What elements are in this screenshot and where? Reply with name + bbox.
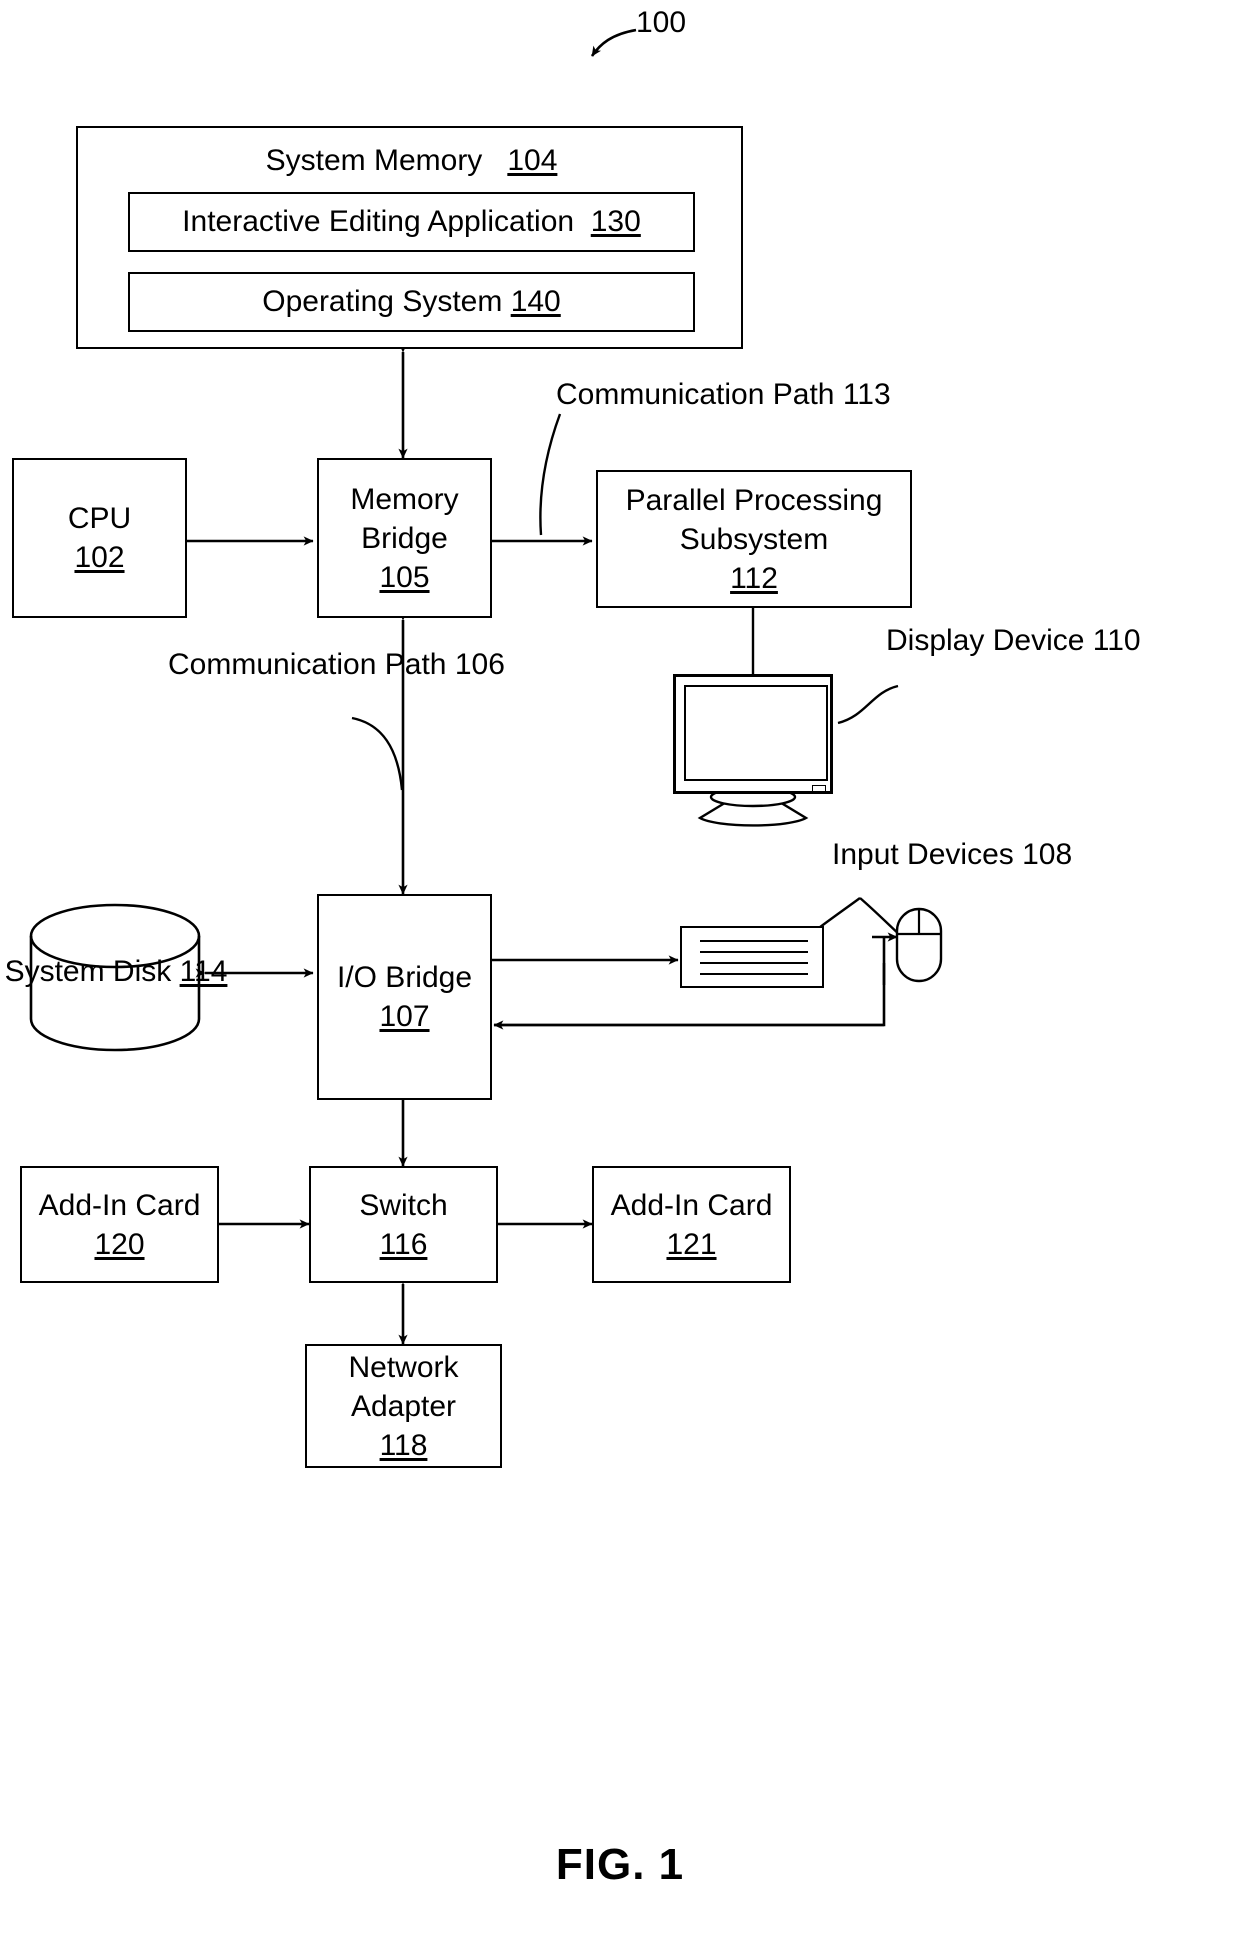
keyboard-line-1	[700, 940, 808, 942]
display-device-line3: 110	[1092, 624, 1141, 657]
memory-bridge-label-line1: Memory	[350, 482, 459, 516]
display-device-line1: Display	[886, 624, 985, 657]
communication-path-113-line1: Communication Path	[556, 378, 835, 411]
interactive-editing-application-label: Interactive Editing Application	[182, 205, 575, 238]
communication-path-106-leader	[351, 716, 404, 791]
system-disk-label: System Disk 114	[0, 952, 232, 992]
system-disk-name: System Disk	[4, 955, 172, 988]
communication-path-106-line3: 106	[454, 648, 505, 681]
io-bridge-box: I/O Bridge 107	[317, 894, 492, 1100]
network-adapter-box: Network Adapter 118	[305, 1344, 502, 1468]
monitor-screen	[684, 685, 828, 781]
display-device-label: Display Device 110	[886, 622, 1141, 660]
ref-100-leader	[590, 28, 637, 57]
system-memory-box: System Memory 104 Interactive Editing Ap…	[76, 126, 743, 349]
network-adapter-label-line2: Adapter	[350, 1389, 457, 1423]
patent-figure-1: 100 System Memory 104 Interactive Editin…	[0, 0, 1240, 1936]
cpu-ref: 102	[74, 541, 125, 574]
network-adapter-ref: 118	[379, 1428, 428, 1462]
interactive-editing-application-ref: 130	[590, 205, 641, 238]
input-devices-leader-mouse	[859, 897, 904, 939]
switch-ref: 116	[379, 1227, 428, 1261]
switch-label: Switch	[359, 1188, 448, 1222]
keyboard-line-2	[700, 951, 808, 953]
interactive-editing-application-box: Interactive Editing Application 130	[128, 192, 695, 252]
keyboard-line-3	[700, 962, 808, 964]
mouse-icon	[895, 907, 943, 983]
pps-label-line2: Subsystem	[679, 522, 829, 556]
add-in-card-121-box: Add-In Card 121	[592, 1166, 791, 1283]
memory-bridge-box: Memory Bridge 105	[317, 458, 492, 618]
switch-box: Switch 116	[309, 1166, 498, 1283]
system-disk-ref: 114	[179, 955, 228, 988]
io-bridge-ref: 107	[379, 1000, 430, 1033]
communication-path-106-line1: Communication	[168, 648, 377, 681]
pps-ref: 112	[730, 561, 778, 595]
operating-system-box: Operating System 140	[128, 272, 695, 332]
communication-path-106-line2: Path	[384, 648, 447, 681]
monitor-bezel	[673, 674, 833, 794]
add-in-card-120-box: Add-In Card 120	[20, 1166, 219, 1283]
memory-bridge-ref: 105	[379, 560, 430, 594]
communication-path-113-line2: 113	[842, 378, 891, 411]
input-devices-label: Input Devices 108	[832, 836, 1072, 874]
cpu-label: CPU	[67, 502, 132, 535]
add-in-card-120-label: Add-In Card	[38, 1188, 201, 1222]
parallel-processing-subsystem-box: Parallel Processing Subsystem 112	[596, 470, 912, 608]
system-memory-ref: 104	[507, 144, 558, 177]
communication-path-113-leader	[539, 413, 562, 536]
communication-path-113-label: Communication Path 113	[556, 376, 891, 414]
display-device-line2: Device	[992, 624, 1085, 657]
memory-bridge-label-line2: Bridge	[361, 521, 448, 555]
add-in-card-121-ref: 121	[666, 1227, 717, 1261]
io-bridge-label: I/O Bridge	[336, 961, 473, 994]
operating-system-ref: 140	[510, 285, 561, 318]
keyboard-icon	[680, 926, 824, 988]
cpu-box: CPU 102	[12, 458, 187, 618]
add-in-card-120-ref: 120	[94, 1227, 145, 1261]
system-reference-100: 100	[636, 6, 687, 39]
figure-caption: FIG. 1	[555, 1840, 685, 1889]
monitor-indicator-icon	[812, 785, 826, 792]
add-in-card-121-label: Add-In Card	[610, 1188, 773, 1222]
communication-path-106-label: Communication Path 106	[168, 646, 505, 684]
operating-system-label: Operating System	[262, 285, 503, 318]
system-memory-title: System Memory 104	[78, 144, 745, 178]
input-devices-line2: 108	[1022, 838, 1073, 871]
input-devices-line1: Input Devices	[832, 838, 1014, 871]
system-memory-label: System Memory	[265, 144, 483, 177]
display-device-leader	[837, 684, 899, 725]
network-adapter-label-line1: Network	[348, 1350, 459, 1384]
keyboard-line-4	[700, 973, 808, 975]
pps-label-line1: Parallel Processing	[625, 483, 883, 517]
